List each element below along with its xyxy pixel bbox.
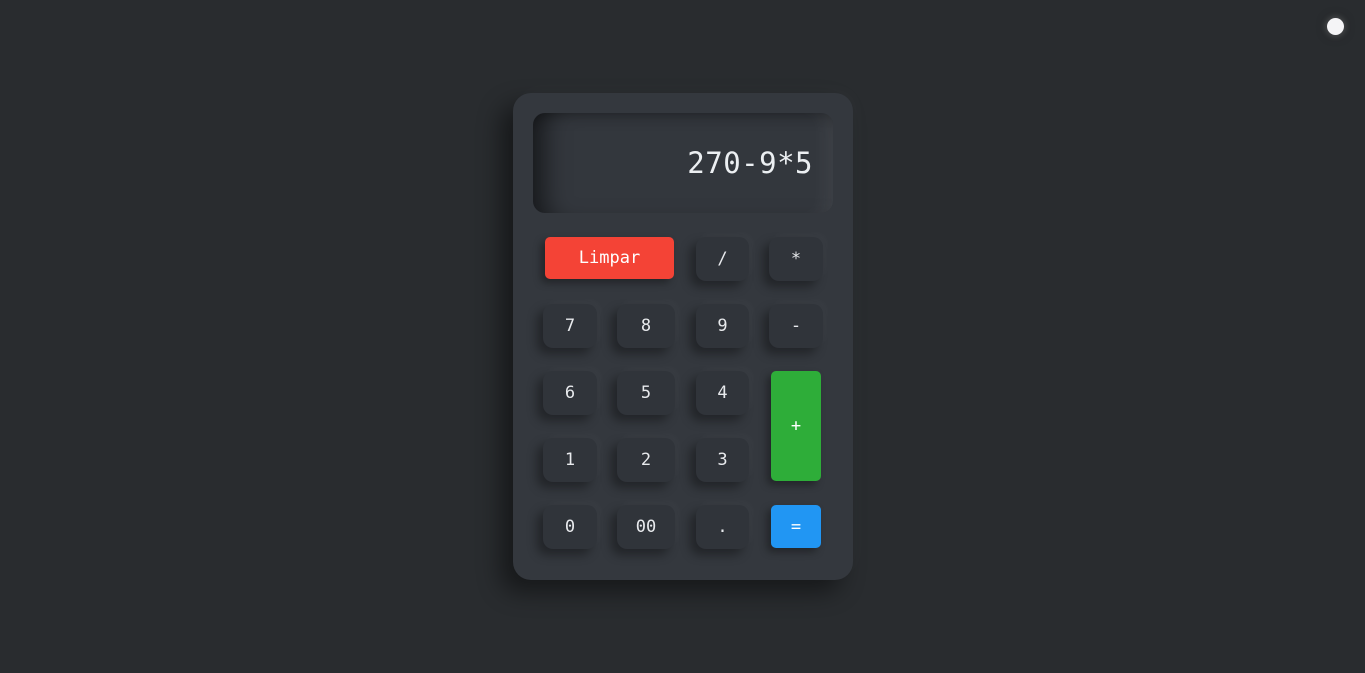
- page: 270-9*5 Limpar / * 7 8 9 - 6 5 4 + 1 2 3…: [0, 0, 1365, 673]
- digit-7-button[interactable]: 7: [543, 304, 597, 348]
- equals-button[interactable]: =: [771, 505, 821, 548]
- digit-9-button[interactable]: 9: [696, 304, 749, 348]
- display-expression: 270-9*5: [687, 146, 813, 180]
- digit-4-button[interactable]: 4: [696, 371, 749, 415]
- minus-button[interactable]: -: [769, 304, 823, 348]
- digit-3-button[interactable]: 3: [696, 438, 749, 482]
- digit-0-button[interactable]: 0: [543, 505, 597, 549]
- digit-1-button[interactable]: 1: [543, 438, 597, 482]
- decimal-button[interactable]: .: [696, 505, 749, 549]
- calculator-display: 270-9*5: [533, 113, 833, 213]
- plus-button[interactable]: +: [771, 371, 821, 481]
- calculator: 270-9*5 Limpar / * 7 8 9 - 6 5 4 + 1 2 3…: [513, 93, 853, 580]
- digit-2-button[interactable]: 2: [617, 438, 675, 482]
- digit-8-button[interactable]: 8: [617, 304, 675, 348]
- theme-toggle-button[interactable]: [1327, 18, 1344, 35]
- digit-6-button[interactable]: 6: [543, 371, 597, 415]
- clear-button[interactable]: Limpar: [545, 237, 674, 279]
- digit-5-button[interactable]: 5: [617, 371, 675, 415]
- divide-button[interactable]: /: [696, 237, 749, 281]
- double-zero-button[interactable]: 00: [617, 505, 675, 549]
- multiply-button[interactable]: *: [769, 237, 823, 281]
